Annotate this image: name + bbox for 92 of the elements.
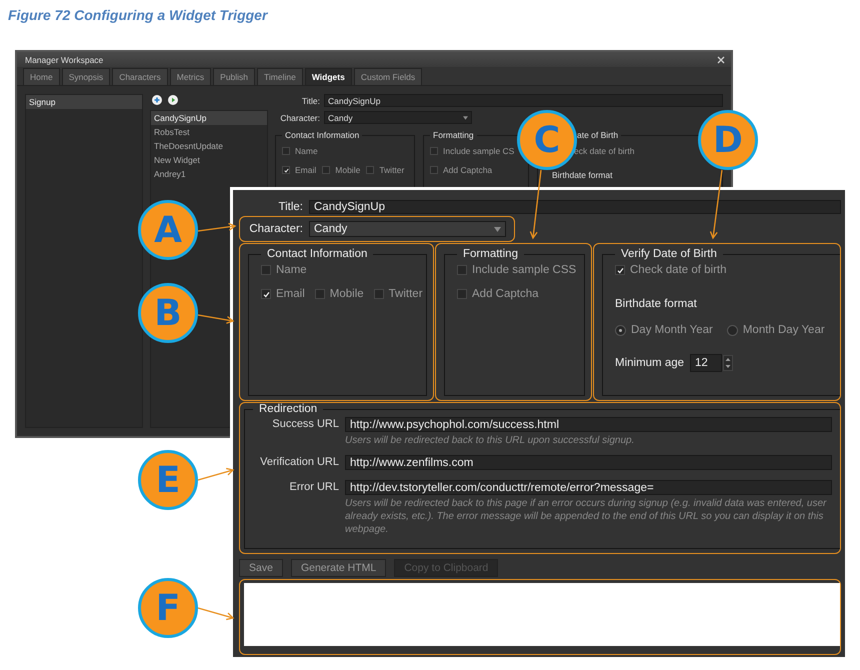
leader-line — [198, 222, 236, 232]
window-title: Manager Workspace — [25, 54, 104, 64]
field-label: Verification URL — [259, 455, 339, 468]
group-title: Redirection — [258, 403, 318, 415]
radio-button[interactable] — [615, 324, 626, 336]
number-field[interactable]: 12 — [690, 354, 722, 372]
checkbox-label: Twitter — [388, 288, 423, 300]
character-dropdown[interactable]: Candy — [324, 111, 472, 124]
list-item[interactable]: CandySignUp — [151, 111, 267, 125]
checkbox-label: Name — [295, 146, 318, 156]
field-label: Birthdate format — [552, 170, 614, 180]
checkbox-label: Twitter — [379, 165, 404, 175]
play-icon[interactable] — [168, 95, 178, 105]
callout-badge: E — [138, 450, 198, 510]
tab[interactable]: Custom Fields — [354, 68, 422, 85]
group-title: Verify Date of Birth — [620, 248, 718, 260]
checkbox[interactable] — [430, 166, 438, 174]
caret-icon — [494, 226, 501, 232]
tab[interactable]: Widgets — [304, 68, 352, 85]
field-label: Title: — [300, 96, 320, 106]
caret-icon — [463, 116, 468, 120]
callout-badge: F — [138, 578, 198, 638]
tab[interactable]: Characters — [112, 68, 168, 85]
checkbox-label: Mobile — [335, 165, 360, 175]
field-label: Error URL — [288, 480, 339, 493]
url-field[interactable]: http://www.zenfilms.com — [345, 455, 832, 470]
spinner-icon[interactable] — [723, 355, 734, 371]
field-label: Character: — [279, 112, 320, 122]
checkbox[interactable] — [457, 289, 467, 299]
checkbox-label: Check date of birth — [630, 264, 727, 276]
tab[interactable]: Synopsis — [62, 68, 110, 85]
field-label: Birthdate format — [615, 298, 698, 310]
radio-button[interactable] — [726, 324, 738, 336]
group-title: ate of Birth — [576, 130, 620, 140]
checkbox-label: Add Captcha — [472, 288, 538, 300]
radio-label: Month Day Year — [742, 324, 825, 336]
checkbox[interactable] — [457, 265, 467, 275]
character-dropdown[interactable]: Candy — [309, 221, 506, 237]
field-label: Title: — [278, 201, 303, 213]
group-title: Contact Information — [266, 248, 368, 260]
checkbox-label: Mobile — [330, 288, 364, 300]
tab[interactable]: Home — [23, 68, 60, 85]
group-title: Formatting — [462, 248, 519, 260]
tab[interactable]: Publish — [213, 68, 256, 85]
checkbox[interactable] — [374, 289, 384, 299]
checkbox[interactable] — [430, 147, 438, 155]
list-item[interactable]: Signup — [26, 95, 142, 109]
action-button[interactable]: Save — [239, 559, 283, 577]
action-button[interactable]: Generate HTML — [290, 559, 386, 577]
figure-caption: Figure 72 Configuring a Widget Trigger — [7, 6, 269, 23]
title-field[interactable]: CandySignUp — [324, 94, 723, 107]
checkbox[interactable] — [615, 265, 625, 275]
checkbox-label: eck date of birth — [574, 146, 636, 156]
field-label: Character: — [248, 223, 303, 235]
html-output-area[interactable] — [244, 583, 840, 646]
hint-text: Users will be redirected back to this URL upon successful signup. — [345, 434, 636, 447]
field-label: Minimum age — [615, 357, 684, 369]
checkbox[interactable] — [282, 166, 290, 174]
callout-badge: D — [698, 110, 758, 170]
checkbox-label: Email — [295, 165, 316, 175]
checkbox-label: Add Captcha — [443, 165, 492, 175]
tab[interactable]: Timeline — [257, 68, 303, 85]
close-icon[interactable] — [717, 56, 725, 64]
leader-line — [198, 468, 234, 481]
list-item[interactable]: Andrey1 — [151, 167, 267, 181]
url-field[interactable]: http://www.psychophol.com/success.html — [345, 417, 832, 432]
field-label: Success URL — [271, 417, 339, 430]
group-title: Contact Information — [284, 130, 360, 140]
leader-line — [198, 607, 234, 620]
checkbox[interactable] — [366, 166, 374, 174]
title-field[interactable]: CandySignUp — [309, 200, 841, 214]
add-icon[interactable] — [152, 95, 162, 105]
checkbox[interactable] — [261, 265, 271, 275]
tab[interactable]: Metrics — [170, 68, 212, 85]
list-item[interactable]: RobsTest — [151, 125, 267, 139]
checkbox-label: Name — [276, 264, 307, 276]
list-item[interactable]: New Widget — [151, 153, 267, 167]
leader-line — [198, 314, 234, 324]
url-field[interactable]: http://dev.tstoryteller.com/conducttr/remote/error?message= — [345, 480, 832, 495]
group-title: Formatting — [432, 130, 475, 140]
checkbox-label: Include sample CSS — [472, 264, 576, 276]
checkbox[interactable] — [261, 289, 271, 299]
checkbox[interactable] — [314, 289, 325, 299]
checkbox[interactable] — [322, 166, 330, 174]
leader-line — [530, 170, 542, 240]
leader-line — [710, 170, 723, 240]
checkbox-label: Include sample CS — [443, 146, 514, 156]
checkbox[interactable] — [282, 147, 290, 155]
checkbox-label: Email — [276, 288, 305, 300]
radio-label: Day Month Year — [631, 324, 713, 336]
list-item[interactable]: TheDoesntUpdate — [151, 139, 267, 153]
hint-text: Users will be redirected back to this page if an error occurs during signup (e.g. invalid data was entered, user already exists, etc.). The error message will be appended to the end of this URL so you can display it on this webpage. — [345, 497, 828, 536]
